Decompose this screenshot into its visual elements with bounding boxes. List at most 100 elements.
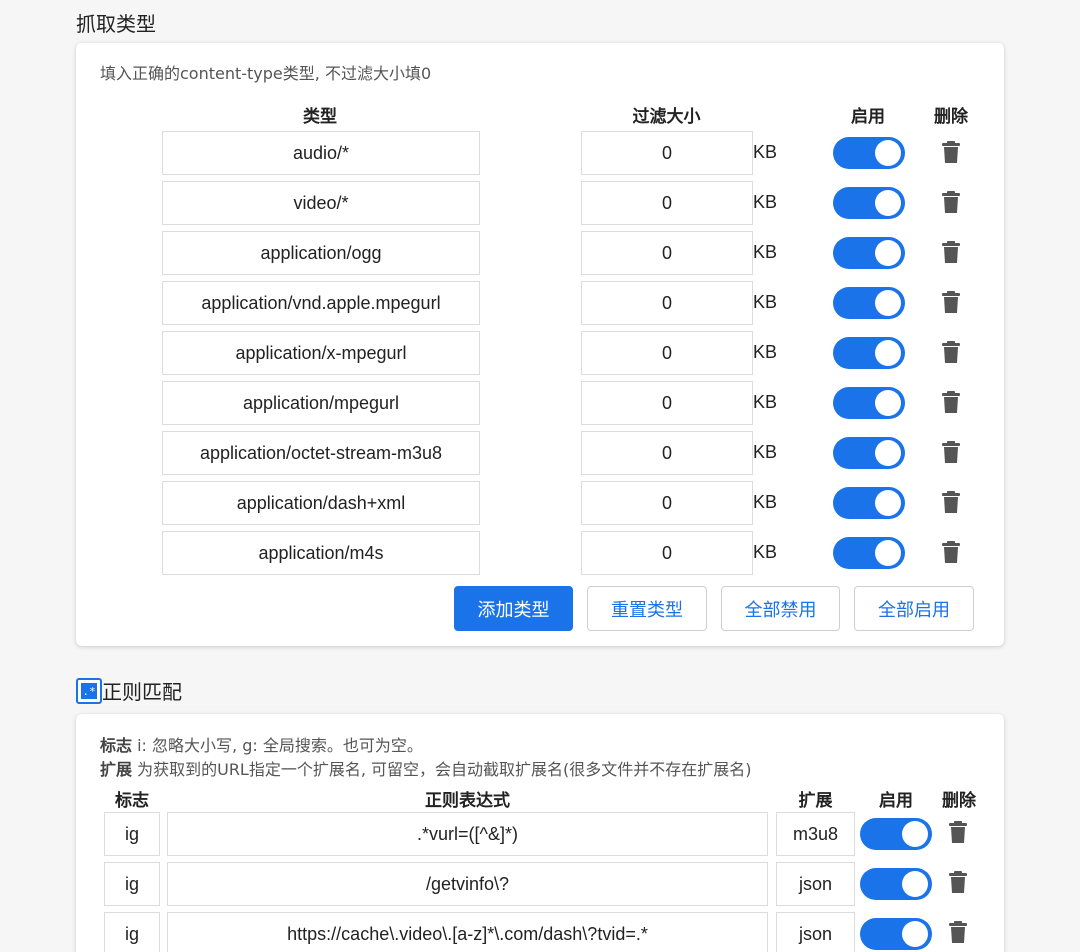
ext-input[interactable]: json — [776, 912, 855, 952]
type-input[interactable]: application/m4s — [162, 531, 480, 575]
toggle-knob — [902, 821, 928, 847]
type-input[interactable]: application/mpegurl — [162, 381, 480, 425]
size-input[interactable]: 0 — [581, 381, 753, 425]
regex-section-title: .* 正则匹配 — [76, 676, 182, 705]
flag-input[interactable]: ig — [104, 812, 160, 856]
regex-title-text: 正则匹配 — [102, 680, 182, 704]
enable-all-button[interactable]: 全部启用 — [854, 586, 974, 631]
size-unit-label: KB — [753, 392, 778, 412]
size-input[interactable]: 0 — [581, 231, 753, 275]
header-ext: 扩展 — [798, 791, 833, 811]
size-input[interactable]: 0 — [581, 481, 753, 525]
regex-enable-toggle[interactable] — [860, 818, 932, 850]
type-input[interactable]: audio/* — [162, 131, 480, 175]
trash-icon[interactable] — [941, 390, 961, 414]
ext-input[interactable]: json — [776, 862, 855, 906]
trash-icon[interactable] — [948, 920, 968, 944]
enable-toggle[interactable] — [833, 187, 905, 219]
enable-toggle[interactable] — [833, 137, 905, 169]
regex-flag-hint: 标志 i: 忽略大小写, g: 全局搜索。也可为空。 — [100, 732, 423, 756]
size-input[interactable]: 0 — [581, 431, 753, 475]
toggle-knob — [875, 240, 901, 266]
trash-icon[interactable] — [941, 290, 961, 314]
regex-icon: .* — [76, 677, 102, 704]
size-input[interactable]: 0 — [581, 331, 753, 375]
toggle-knob — [875, 490, 901, 516]
regex-input[interactable]: https://cache\.video\.[a-z]*\.com/dash\?… — [167, 912, 768, 952]
flag-hint-label: 标志 — [100, 736, 133, 755]
reset-types-button[interactable]: 重置类型 — [587, 586, 707, 631]
disable-all-button[interactable]: 全部禁用 — [721, 586, 840, 631]
trash-icon[interactable] — [941, 490, 961, 514]
trash-icon[interactable] — [941, 190, 961, 214]
enable-toggle[interactable] — [833, 487, 905, 519]
header-regex-delete: 删除 — [942, 791, 976, 811]
regex-card: 标志 i: 忽略大小写, g: 全局搜索。也可为空。 扩展 为获取到的URL指定… — [76, 714, 1004, 952]
size-unit-label: KB — [753, 542, 778, 562]
type-input[interactable]: application/vnd.apple.mpegurl — [162, 281, 480, 325]
header-type: 类型 — [303, 107, 337, 127]
type-input[interactable]: application/octet-stream-m3u8 — [162, 431, 480, 475]
enable-toggle[interactable] — [833, 387, 905, 419]
regex-enable-toggle[interactable] — [860, 918, 932, 950]
toggle-knob — [902, 921, 928, 947]
regex-input[interactable]: .*vurl=([^&]*) — [167, 812, 768, 856]
trash-icon[interactable] — [941, 240, 961, 264]
capture-section-title: 抓取类型 — [76, 8, 156, 37]
trash-icon[interactable] — [941, 340, 961, 364]
header-enable: 启用 — [851, 107, 885, 127]
header-delete: 删除 — [934, 107, 968, 127]
header-regex-enable: 启用 — [879, 791, 913, 811]
toggle-knob — [875, 190, 901, 216]
trash-icon[interactable] — [948, 820, 968, 844]
svg-text:.*: .* — [82, 685, 95, 698]
ext-hint-label: 扩展 — [100, 760, 133, 779]
flag-hint-text: i: 忽略大小写, g: 全局搜索。也可为空。 — [132, 736, 423, 755]
enable-toggle[interactable] — [833, 537, 905, 569]
capture-title-text: 抓取类型 — [76, 12, 156, 36]
regex-enable-toggle[interactable] — [860, 868, 932, 900]
size-input[interactable]: 0 — [581, 281, 753, 325]
size-unit-label: KB — [753, 342, 778, 362]
type-input[interactable]: application/ogg — [162, 231, 480, 275]
size-unit-label: KB — [753, 442, 778, 462]
enable-toggle[interactable] — [833, 437, 905, 469]
size-input[interactable]: 0 — [581, 131, 753, 175]
ext-input[interactable]: m3u8 — [776, 812, 855, 856]
regex-ext-hint: 扩展 为获取到的URL指定一个扩展名, 可留空，会自动截取扩展名(很多文件并不存… — [100, 756, 752, 780]
add-type-button[interactable]: 添加类型 — [454, 586, 573, 631]
toggle-knob — [875, 390, 901, 416]
enable-toggle[interactable] — [833, 237, 905, 269]
size-input[interactable]: 0 — [581, 181, 753, 225]
trash-icon[interactable] — [941, 540, 961, 564]
flag-input[interactable]: ig — [104, 912, 160, 952]
trash-icon[interactable] — [948, 870, 968, 894]
header-regex: 正则表达式 — [425, 791, 510, 811]
regex-input[interactable]: /getvinfo\? — [167, 862, 768, 906]
enable-toggle[interactable] — [833, 287, 905, 319]
ext-hint-text: 为获取到的URL指定一个扩展名, 可留空，会自动截取扩展名(很多文件并不存在扩展… — [132, 760, 752, 779]
toggle-knob — [875, 340, 901, 366]
trash-icon[interactable] — [941, 140, 961, 164]
flag-input[interactable]: ig — [104, 862, 160, 906]
header-flag: 标志 — [115, 791, 149, 811]
enable-toggle[interactable] — [833, 337, 905, 369]
capture-type-card: 填入正确的content-type类型, 不过滤大小填0 类型 过滤大小 启用 … — [76, 43, 1004, 646]
type-input[interactable]: video/* — [162, 181, 480, 225]
toggle-knob — [875, 140, 901, 166]
toggle-knob — [875, 440, 901, 466]
size-input[interactable]: 0 — [581, 531, 753, 575]
header-size: 过滤大小 — [632, 107, 701, 127]
toggle-knob — [875, 540, 901, 566]
type-input[interactable]: application/dash+xml — [162, 481, 480, 525]
type-input[interactable]: application/x-mpegurl — [162, 331, 480, 375]
size-unit-label: KB — [753, 292, 778, 312]
toggle-knob — [875, 290, 901, 316]
capture-hint: 填入正确的content-type类型, 不过滤大小填0 — [100, 64, 432, 83]
size-unit-label: KB — [753, 492, 778, 512]
size-unit-label: KB — [753, 192, 778, 212]
toggle-knob — [902, 871, 928, 897]
trash-icon[interactable] — [941, 440, 961, 464]
size-unit-label: KB — [753, 242, 778, 262]
size-unit-label: KB — [753, 142, 778, 162]
